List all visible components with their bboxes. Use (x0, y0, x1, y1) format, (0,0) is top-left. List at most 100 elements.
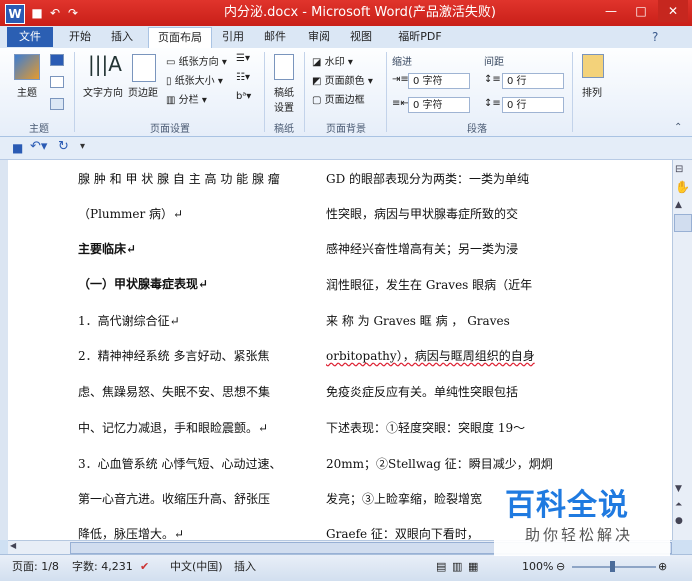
arrange-icon[interactable] (582, 54, 604, 78)
scroll-up-icon[interactable]: ▲ (675, 200, 682, 210)
zoom-in-icon[interactable]: ⊕ (658, 554, 667, 580)
watermark-tagline: 助你轻松解决 (525, 526, 634, 544)
save-icon[interactable]: ■ (12, 141, 23, 155)
orientation-icon: ▭ (166, 57, 179, 68)
tab-mailings[interactable]: 邮件 (258, 27, 292, 47)
minimize-button[interactable]: — (596, 0, 626, 22)
theme-colors-icon[interactable] (50, 54, 64, 66)
indent-heading: 缩进 (392, 57, 412, 68)
tab-home[interactable]: 开始 (62, 27, 98, 47)
group-label-page-background: 页面背景 (326, 124, 366, 135)
page-border-button[interactable]: ▢ 页面边框 (312, 91, 365, 106)
tab-review[interactable]: 审阅 (302, 27, 336, 47)
draft-settings-label[interactable]: 稿纸 设置 (268, 84, 300, 114)
group-separator (386, 52, 387, 132)
page-border-icon: ▢ (312, 95, 325, 106)
group-separator (264, 52, 265, 132)
customize-qat-icon[interactable]: ▾ (80, 141, 85, 152)
right-line: 发亮；③上睑挛缩，睑裂增宽 (326, 492, 483, 506)
indent-left-input[interactable]: 0 字符 (408, 73, 470, 89)
space-after-icon: ↕≡ (484, 98, 501, 109)
group-label-theme: 主题 (29, 124, 49, 135)
insert-mode-status[interactable]: 插入 (234, 554, 256, 580)
group-label-page-setup: 页面设置 (150, 124, 190, 135)
proofing-icon[interactable]: ✔ (140, 554, 149, 580)
redo-icon[interactable]: ↻ (58, 139, 69, 154)
hand-tool-icon[interactable]: ✋ (675, 180, 690, 194)
group-separator (304, 52, 305, 132)
right-line: 性突眼，病因与甲状腺毒症所致的交 (326, 207, 519, 221)
ruler-toggle-icon[interactable]: ⊟ (675, 164, 683, 175)
page-color-label: 页面颜色 (324, 76, 365, 87)
zoom-out-icon[interactable]: ⊖ (556, 554, 565, 580)
help-icon[interactable]: ? (652, 30, 658, 44)
window-title: 内分泌.docx - Microsoft Word(产品激活失败) (224, 5, 496, 20)
previous-page-icon[interactable]: ⏶ (675, 500, 682, 510)
right-line: 下述表现：①轻度突眼：突眼度 19～ (326, 421, 526, 435)
tab-view[interactable]: 视图 (344, 27, 378, 47)
space-before-icon: ↕≡ (484, 74, 501, 85)
group-separator (74, 52, 75, 132)
scroll-down-icon[interactable]: ▼ (675, 484, 682, 494)
arrange-label[interactable]: 排列 (576, 84, 608, 99)
maximize-button[interactable]: □ (626, 0, 656, 22)
orientation-button[interactable]: ▭ 纸张方向 ▾ (166, 53, 227, 68)
left-line: 1．高代谢综合征↵ (78, 314, 180, 328)
theme-button-label[interactable]: 主题 (10, 84, 44, 99)
tab-foxit-pdf[interactable]: 福昕PDF (392, 27, 448, 47)
zoom-slider-thumb[interactable] (610, 561, 615, 572)
line-numbers-icon[interactable]: ☷▾ (236, 72, 250, 83)
right-line: 来 称 为 Graves 眶 病 ， Graves (326, 314, 510, 328)
undo-icon[interactable]: ↶▾ (30, 139, 47, 154)
margins-icon[interactable] (132, 54, 156, 82)
columns-button[interactable]: ▥ 分栏 ▾ (166, 91, 207, 106)
tab-page-layout[interactable]: 页面布局 (148, 27, 212, 49)
tab-file[interactable]: 文件 (7, 27, 53, 47)
space-before-input[interactable]: 0 行 (502, 73, 564, 89)
group-label-paragraph: 段落 (467, 124, 487, 135)
text-direction-label[interactable]: 文字方向 (80, 84, 126, 99)
margins-label[interactable]: 页边距 (124, 84, 162, 99)
close-button[interactable]: ✕ (658, 0, 688, 22)
redo-icon[interactable]: ↷ (64, 4, 82, 22)
language-status[interactable]: 中文(中国) (170, 554, 223, 580)
page-border-label: 页面边框 (324, 95, 365, 106)
size-button[interactable]: ▯ 纸张大小 ▾ (166, 72, 223, 87)
collapse-ribbon-icon[interactable]: ⌃ (674, 122, 682, 133)
scroll-left-icon[interactable]: ◀ (10, 541, 16, 550)
page-count[interactable]: 页面: 1/8 (12, 554, 59, 580)
left-line: 2．精神神经系统 多言好动、紧张焦 (78, 349, 270, 363)
size-label: 纸张大小 (174, 76, 215, 87)
theme-effects-icon[interactable] (50, 98, 64, 110)
left-line: （Plummer 病）↵ (78, 207, 184, 221)
breaks-icon[interactable]: ☰▾ (236, 53, 250, 64)
zoom-level[interactable]: 100% (522, 554, 553, 580)
web-layout-view-icon[interactable]: ▦ (468, 554, 478, 580)
tab-insert[interactable]: 插入 (104, 27, 140, 47)
indent-right-input[interactable]: 0 字符 (408, 97, 470, 113)
vertical-scroll-thumb[interactable] (674, 214, 692, 232)
theme-fonts-icon[interactable] (50, 76, 64, 88)
indent-right-icon: ≡⇤ (392, 98, 409, 109)
print-layout-view-icon[interactable]: ▤ (436, 554, 446, 580)
tab-references[interactable]: 引用 (216, 27, 250, 47)
spacing-heading: 间距 (484, 57, 504, 68)
word-app-icon[interactable]: W (5, 4, 25, 24)
browse-object-icon[interactable]: ● (675, 516, 683, 526)
undo-icon[interactable]: ↶ (46, 4, 64, 22)
right-line: orbitopathy），病因与眶周组织的自身 (326, 349, 535, 363)
reading-view-icon[interactable]: ▥ (452, 554, 462, 580)
word-count[interactable]: 字数: 4,231 (72, 554, 133, 580)
left-line: 中、记忆力减退，手和眼睑震颤。↵ (78, 421, 269, 435)
watermark-button[interactable]: ◪ 水印 ▾ (312, 53, 353, 68)
save-icon[interactable]: ■ (28, 4, 46, 22)
hyphenation-icon[interactable]: bᵃ▾ (236, 91, 251, 102)
page-color-button[interactable]: ◩ 页面颜色 ▾ (312, 72, 373, 87)
space-after-input[interactable]: 0 行 (502, 97, 564, 113)
left-line: 第一心音亢进。收缩压升高、舒张压 (78, 492, 271, 506)
columns-icon: ▥ (166, 95, 179, 106)
text-direction-icon[interactable]: |||A (88, 52, 122, 80)
theme-icon[interactable] (14, 54, 40, 80)
watermark-brand: 百科全说 (505, 488, 629, 523)
draft-paper-icon[interactable] (274, 54, 294, 80)
